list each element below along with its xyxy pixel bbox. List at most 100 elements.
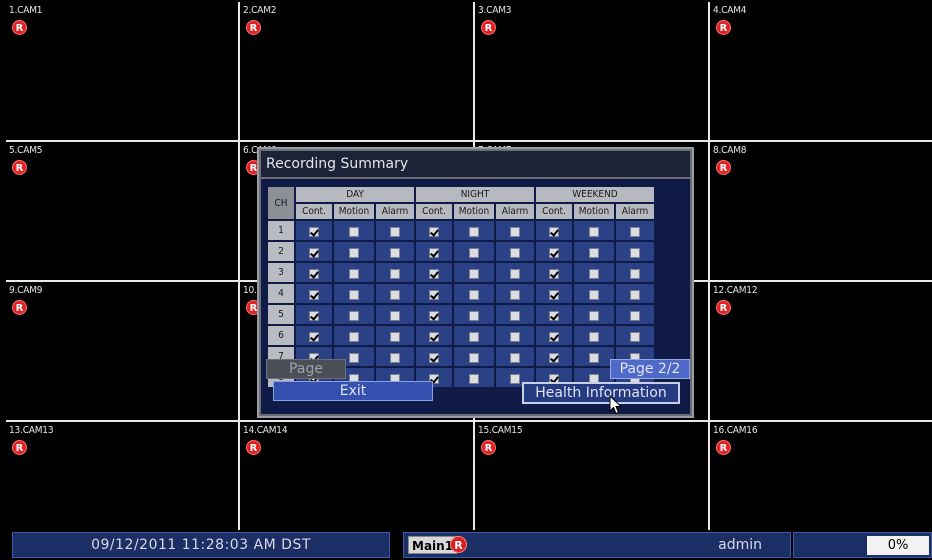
checked-checkbox[interactable] xyxy=(549,310,559,321)
unchecked-checkbox[interactable] xyxy=(589,226,599,237)
unchecked-checkbox[interactable] xyxy=(589,352,599,363)
checked-checkbox[interactable] xyxy=(309,268,319,279)
unchecked-checkbox[interactable] xyxy=(469,331,479,342)
unchecked-checkbox[interactable] xyxy=(630,331,640,342)
unchecked-checkbox[interactable] xyxy=(510,247,520,258)
unchecked-checkbox[interactable] xyxy=(390,310,400,321)
unchecked-checkbox[interactable] xyxy=(469,373,479,384)
checked-checkbox[interactable] xyxy=(309,226,319,237)
checked-checkbox[interactable] xyxy=(549,331,559,342)
channel-number: 5 xyxy=(268,305,294,324)
unchecked-checkbox[interactable] xyxy=(630,310,640,321)
checked-checkbox[interactable] xyxy=(429,331,439,342)
record-indicator-icon: R xyxy=(716,20,731,35)
schedule-cell xyxy=(536,284,572,303)
checked-checkbox[interactable] xyxy=(549,226,559,237)
unchecked-checkbox[interactable] xyxy=(390,247,400,258)
unchecked-checkbox[interactable] xyxy=(510,373,520,384)
schedule-cell xyxy=(376,284,414,303)
camera-tile[interactable]: 3.CAM3 R xyxy=(475,2,710,142)
camera-tile[interactable]: 4.CAM4 R xyxy=(710,2,932,142)
unchecked-checkbox[interactable] xyxy=(510,226,520,237)
checked-checkbox[interactable] xyxy=(309,331,319,342)
unchecked-checkbox[interactable] xyxy=(349,247,359,258)
camera-tile[interactable]: 5.CAM5 R xyxy=(6,142,240,282)
unchecked-checkbox[interactable] xyxy=(469,247,479,258)
unchecked-checkbox[interactable] xyxy=(349,268,359,279)
checked-checkbox[interactable] xyxy=(429,289,439,300)
camera-tile[interactable]: 1.CAM1 R xyxy=(6,2,240,142)
unchecked-checkbox[interactable] xyxy=(349,310,359,321)
schedule-cell xyxy=(536,347,572,366)
unchecked-checkbox[interactable] xyxy=(349,331,359,342)
schedule-cell xyxy=(454,242,494,261)
channel-number: 1 xyxy=(268,221,294,240)
unchecked-checkbox[interactable] xyxy=(349,352,359,363)
unchecked-checkbox[interactable] xyxy=(589,331,599,342)
camera-label: 12.CAM12 xyxy=(713,285,758,296)
unchecked-checkbox[interactable] xyxy=(630,289,640,300)
camera-tile[interactable]: 12.CAM12 R xyxy=(710,282,932,422)
unchecked-checkbox[interactable] xyxy=(390,268,400,279)
page-indicator-button[interactable]: Page 2/2 xyxy=(610,359,690,379)
record-indicator-icon: R xyxy=(12,160,27,175)
camera-tile[interactable]: 13.CAM13 R xyxy=(6,422,240,530)
checked-checkbox[interactable] xyxy=(309,247,319,258)
camera-tile[interactable]: 14.CAM14 R xyxy=(240,422,475,530)
checked-checkbox[interactable] xyxy=(309,310,319,321)
unchecked-checkbox[interactable] xyxy=(630,226,640,237)
unchecked-checkbox[interactable] xyxy=(349,289,359,300)
schedule-cell xyxy=(376,221,414,240)
exit-button[interactable]: Exit xyxy=(273,381,433,401)
unchecked-checkbox[interactable] xyxy=(589,268,599,279)
unchecked-checkbox[interactable] xyxy=(510,352,520,363)
camera-tile[interactable]: 9.CAM9 R xyxy=(6,282,240,422)
checked-checkbox[interactable] xyxy=(429,352,439,363)
unchecked-checkbox[interactable] xyxy=(390,289,400,300)
schedule-cell xyxy=(296,305,332,324)
dialog-body: CH DAY NIGHT WEEKEND Cont. Motion Alarm Con… xyxy=(261,179,690,414)
unchecked-checkbox[interactable] xyxy=(469,352,479,363)
checked-checkbox[interactable] xyxy=(429,226,439,237)
unchecked-checkbox[interactable] xyxy=(469,268,479,279)
checked-checkbox[interactable] xyxy=(429,247,439,258)
schedule-cell xyxy=(376,347,414,366)
record-indicator-icon: R xyxy=(716,160,731,175)
schedule-cell xyxy=(496,326,534,345)
unchecked-checkbox[interactable] xyxy=(510,268,520,279)
checked-checkbox[interactable] xyxy=(549,247,559,258)
camera-tile[interactable]: 2.CAM2 R xyxy=(240,2,475,142)
schedule-cell xyxy=(376,242,414,261)
camera-tile[interactable]: 15.CAM15 R xyxy=(475,422,710,530)
checked-checkbox[interactable] xyxy=(549,268,559,279)
unchecked-checkbox[interactable] xyxy=(390,226,400,237)
health-information-button[interactable]: Health Information xyxy=(522,382,680,404)
unchecked-checkbox[interactable] xyxy=(589,247,599,258)
checked-checkbox[interactable] xyxy=(549,352,559,363)
unchecked-checkbox[interactable] xyxy=(589,289,599,300)
camera-tile[interactable]: 8.CAM8 R xyxy=(710,142,932,282)
checked-checkbox[interactable] xyxy=(429,268,439,279)
unchecked-checkbox[interactable] xyxy=(630,268,640,279)
mode-header: Alarm xyxy=(496,204,534,219)
unchecked-checkbox[interactable] xyxy=(510,310,520,321)
page-button[interactable]: Page xyxy=(266,359,346,379)
unchecked-checkbox[interactable] xyxy=(390,331,400,342)
checked-checkbox[interactable] xyxy=(309,289,319,300)
unchecked-checkbox[interactable] xyxy=(469,310,479,321)
checked-checkbox[interactable] xyxy=(429,310,439,321)
unchecked-checkbox[interactable] xyxy=(630,247,640,258)
unchecked-checkbox[interactable] xyxy=(390,352,400,363)
schedule-cell xyxy=(454,221,494,240)
channel-row: 5 xyxy=(268,305,654,324)
checked-checkbox[interactable] xyxy=(549,289,559,300)
unchecked-checkbox[interactable] xyxy=(510,289,520,300)
unchecked-checkbox[interactable] xyxy=(349,226,359,237)
schedule-cell xyxy=(574,242,614,261)
schedule-cell xyxy=(616,263,654,282)
camera-tile[interactable]: 16.CAM16 R xyxy=(710,422,932,530)
unchecked-checkbox[interactable] xyxy=(510,331,520,342)
unchecked-checkbox[interactable] xyxy=(469,226,479,237)
unchecked-checkbox[interactable] xyxy=(589,310,599,321)
unchecked-checkbox[interactable] xyxy=(469,289,479,300)
